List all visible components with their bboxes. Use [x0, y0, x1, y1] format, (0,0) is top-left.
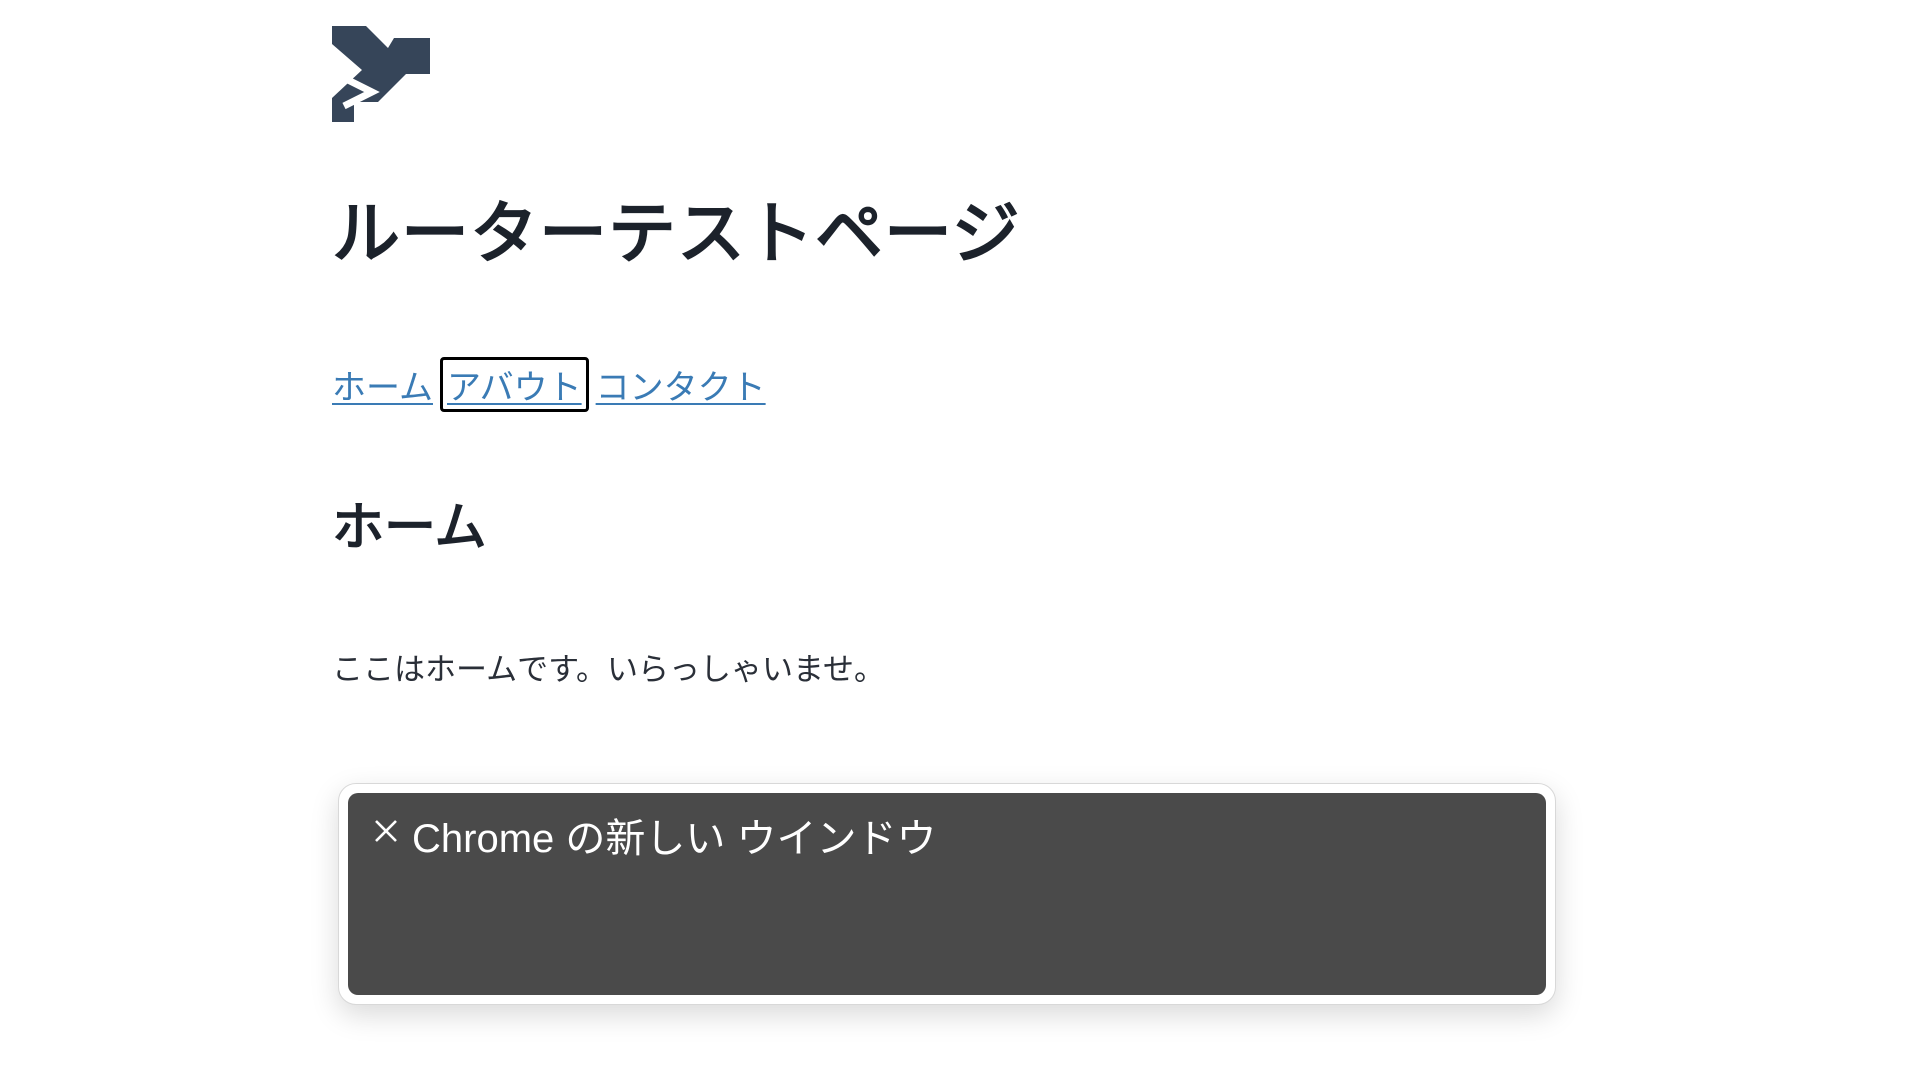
page-title: ルーターテストページ — [332, 195, 1021, 274]
nav-links: ホーム アバウト コンタクト — [332, 356, 766, 412]
nav-link-contact[interactable]: コンタクト — [596, 360, 766, 409]
notification-title: Chrome の新しい ウインドウ — [412, 817, 937, 861]
y-logo-icon — [332, 26, 430, 122]
notification-body: Chrome の新しい ウインドウ — [348, 793, 1546, 995]
chrome-window-notification: Chrome の新しい ウインドウ — [338, 783, 1556, 1005]
body-text: ここはホームです。いらっしゃいませ。 — [332, 652, 886, 688]
close-icon[interactable] — [372, 817, 400, 845]
nav-link-about[interactable]: アバウト — [439, 356, 589, 412]
nav-link-home[interactable]: ホーム — [332, 360, 433, 409]
section-heading: ホーム — [332, 498, 487, 558]
page: ルーターテストページ ホーム アバウト コンタクト ホーム ここはホームです。い… — [0, 0, 1920, 1080]
